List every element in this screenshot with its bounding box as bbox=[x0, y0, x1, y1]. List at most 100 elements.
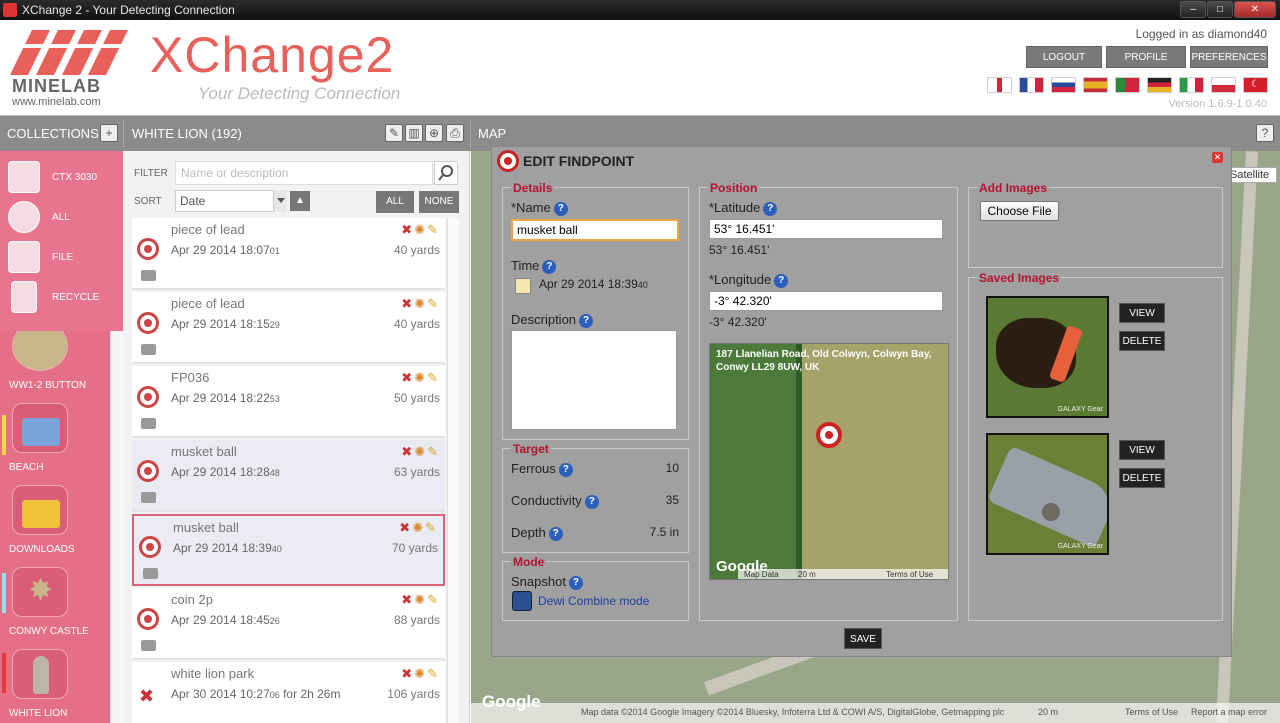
list-item[interactable]: coin 2p Apr 29 2014 18:4526 88 yards ✖✺✎ bbox=[132, 588, 445, 660]
help-icon[interactable]: ? bbox=[568, 576, 583, 590]
flag-italian-icon[interactable] bbox=[1179, 77, 1204, 93]
select-none-button[interactable]: NONE bbox=[419, 191, 459, 213]
choose-file-button[interactable]: Choose File bbox=[980, 201, 1059, 221]
longitude-input[interactable]: -3° 42.320' bbox=[709, 291, 943, 311]
map-terms-link[interactable]: Terms of Use bbox=[1125, 707, 1178, 717]
sidebar-scrollbar[interactable] bbox=[110, 331, 123, 723]
help-icon[interactable]: ? bbox=[548, 527, 563, 541]
flag-english-icon[interactable] bbox=[987, 77, 1012, 93]
locate-findpoint-icon[interactable]: ✺ bbox=[414, 666, 427, 681]
profile-button[interactable]: PROFILE bbox=[1106, 46, 1186, 68]
delete-icon[interactable]: ✖ bbox=[399, 520, 412, 535]
locate-findpoint-icon[interactable]: ✺ bbox=[414, 296, 427, 311]
list-item[interactable]: piece of lead Apr 29 2014 18:0701 40 yar… bbox=[132, 218, 445, 290]
locate-findpoint-icon[interactable]: ✺ bbox=[414, 222, 427, 237]
save-button[interactable]: SAVE bbox=[844, 628, 882, 649]
delete-icon[interactable]: ✖ bbox=[401, 444, 414, 459]
row-actions[interactable]: ✖✺✎ bbox=[401, 296, 440, 312]
flag-spanish-icon[interactable] bbox=[1083, 77, 1108, 93]
chevron-down-icon[interactable] bbox=[273, 190, 287, 212]
sidebar-item-recycle[interactable]: RECYCLE bbox=[8, 279, 118, 315]
map-data-link[interactable]: Map Data bbox=[744, 570, 779, 579]
row-actions[interactable]: ✖✺✎ bbox=[399, 520, 438, 536]
name-input[interactable]: musket ball bbox=[511, 219, 679, 241]
delete-icon[interactable]: ✖ bbox=[401, 592, 414, 607]
row-actions[interactable]: ✖✺✎ bbox=[401, 666, 440, 682]
edit-icon[interactable]: ✎ bbox=[427, 592, 440, 607]
flag-german-icon[interactable] bbox=[1147, 77, 1172, 93]
collection-conwy-castle[interactable]: ✸ CONWY CASTLE bbox=[0, 567, 108, 647]
calendar-edit-icon[interactable] bbox=[515, 278, 531, 294]
locate-findpoint-icon[interactable]: ✺ bbox=[414, 592, 427, 607]
row-actions[interactable]: ✖✺✎ bbox=[401, 222, 440, 238]
filter-input[interactable]: Name or description bbox=[175, 161, 433, 185]
locate-findpoint-icon[interactable]: ✺ bbox=[414, 444, 427, 459]
edit-icon[interactable]: ✎ bbox=[425, 520, 438, 535]
delete-image-1-button[interactable]: DELETE bbox=[1119, 331, 1165, 351]
locate-icon[interactable]: ⊕ bbox=[425, 124, 443, 142]
maximize-button[interactable]: □ bbox=[1207, 1, 1233, 18]
mini-map-terms-link[interactable]: Terms of Use bbox=[886, 570, 933, 579]
locate-findpoint-icon[interactable]: ✺ bbox=[412, 520, 425, 535]
collection-downloads[interactable]: DOWNLOADS bbox=[0, 485, 108, 565]
saved-image-1[interactable]: GALAXY Gear bbox=[986, 296, 1109, 418]
delete-icon[interactable]: ✖ bbox=[401, 666, 414, 681]
help-icon[interactable]: ? bbox=[774, 274, 789, 288]
logout-button[interactable]: LOGOUT bbox=[1026, 46, 1102, 68]
select-all-button[interactable]: ALL bbox=[376, 191, 414, 213]
list-item[interactable]: musket ball Apr 29 2014 18:2848 63 yards… bbox=[132, 440, 445, 512]
flag-polish-icon[interactable] bbox=[1211, 77, 1236, 93]
sidebar-item-file[interactable]: FILE bbox=[8, 239, 118, 275]
row-actions[interactable]: ✖✺✎ bbox=[401, 370, 440, 386]
sidebar-item-all[interactable]: ALL bbox=[8, 199, 118, 235]
flag-russian-icon[interactable] bbox=[1051, 77, 1076, 93]
latitude-input[interactable]: 53° 16.451' bbox=[709, 219, 943, 239]
findpoint-mini-map[interactable]: 187 Llanelian Road, Old Colwyn, Colwyn B… bbox=[709, 343, 949, 580]
report-map-error-link[interactable]: Report a map error bbox=[1191, 707, 1267, 717]
sort-select[interactable]: Date bbox=[175, 190, 287, 212]
sort-direction-button[interactable]: ▲ bbox=[290, 191, 310, 211]
delete-icon[interactable]: ✖ bbox=[401, 222, 414, 237]
list-scrollbar[interactable] bbox=[447, 218, 459, 723]
help-icon[interactable]: ? bbox=[584, 495, 599, 509]
list-item-selected[interactable]: musket ball Apr 29 2014 18:3940 70 yards… bbox=[132, 514, 445, 586]
description-textarea[interactable] bbox=[511, 330, 677, 430]
help-icon[interactable]: ? bbox=[1256, 124, 1274, 142]
search-icon[interactable] bbox=[434, 161, 458, 185]
sidebar-item-ctx3030[interactable]: CTX 3030 bbox=[8, 159, 118, 195]
list-item[interactable]: ✖ white lion park Apr 30 2014 10:2706 fo… bbox=[132, 662, 445, 723]
saved-image-2[interactable]: GALAXY Gear bbox=[986, 433, 1109, 555]
minimize-button[interactable]: – bbox=[1180, 1, 1206, 18]
delete-icon[interactable]: ✖ bbox=[401, 296, 414, 311]
add-collection-icon[interactable]: + bbox=[100, 124, 118, 142]
view-image-2-button[interactable]: VIEW bbox=[1119, 440, 1165, 460]
edit-icon[interactable]: ✎ bbox=[427, 370, 440, 385]
close-icon[interactable]: ✕ bbox=[1212, 152, 1223, 163]
help-icon[interactable]: ? bbox=[579, 314, 594, 328]
preferences-button[interactable]: PREFERENCES bbox=[1190, 46, 1268, 68]
row-actions[interactable]: ✖✺✎ bbox=[401, 444, 440, 460]
flag-french-icon[interactable] bbox=[1019, 77, 1044, 93]
locate-findpoint-icon[interactable]: ✺ bbox=[414, 370, 427, 385]
help-icon[interactable]: ? bbox=[558, 463, 573, 477]
satellite-toggle[interactable]: Satellite bbox=[1225, 167, 1277, 183]
edit-icon[interactable]: ✎ bbox=[427, 666, 440, 681]
view-image-1-button[interactable]: VIEW bbox=[1119, 303, 1165, 323]
flag-turkish-icon[interactable]: ☾ bbox=[1243, 77, 1268, 93]
edit-icon[interactable]: ✎ bbox=[427, 222, 440, 237]
row-actions[interactable]: ✖✺✎ bbox=[401, 592, 440, 608]
collection-ww1-2-button[interactable]: WW1-2 BUTTON bbox=[0, 331, 108, 401]
collection-white-lion[interactable]: WHITE LION bbox=[0, 649, 108, 723]
flag-portuguese-icon[interactable] bbox=[1115, 77, 1140, 93]
list-item[interactable]: FP036 Apr 29 2014 18:2253 50 yards ✖✺✎ bbox=[132, 366, 445, 438]
export-icon[interactable]: ⎙ bbox=[446, 124, 464, 142]
edit-icon[interactable]: ✎ bbox=[427, 444, 440, 459]
help-icon[interactable]: ? bbox=[542, 260, 557, 274]
delete-collection-icon[interactable]: ▥ bbox=[405, 124, 423, 142]
delete-image-2-button[interactable]: DELETE bbox=[1119, 468, 1165, 488]
edit-icon[interactable]: ✎ bbox=[427, 296, 440, 311]
mode-link[interactable]: Dewi Combine mode bbox=[538, 594, 649, 608]
help-icon[interactable]: ? bbox=[553, 202, 568, 216]
delete-icon[interactable]: ✖ bbox=[401, 370, 414, 385]
collection-beach[interactable]: BEACH bbox=[0, 403, 108, 483]
